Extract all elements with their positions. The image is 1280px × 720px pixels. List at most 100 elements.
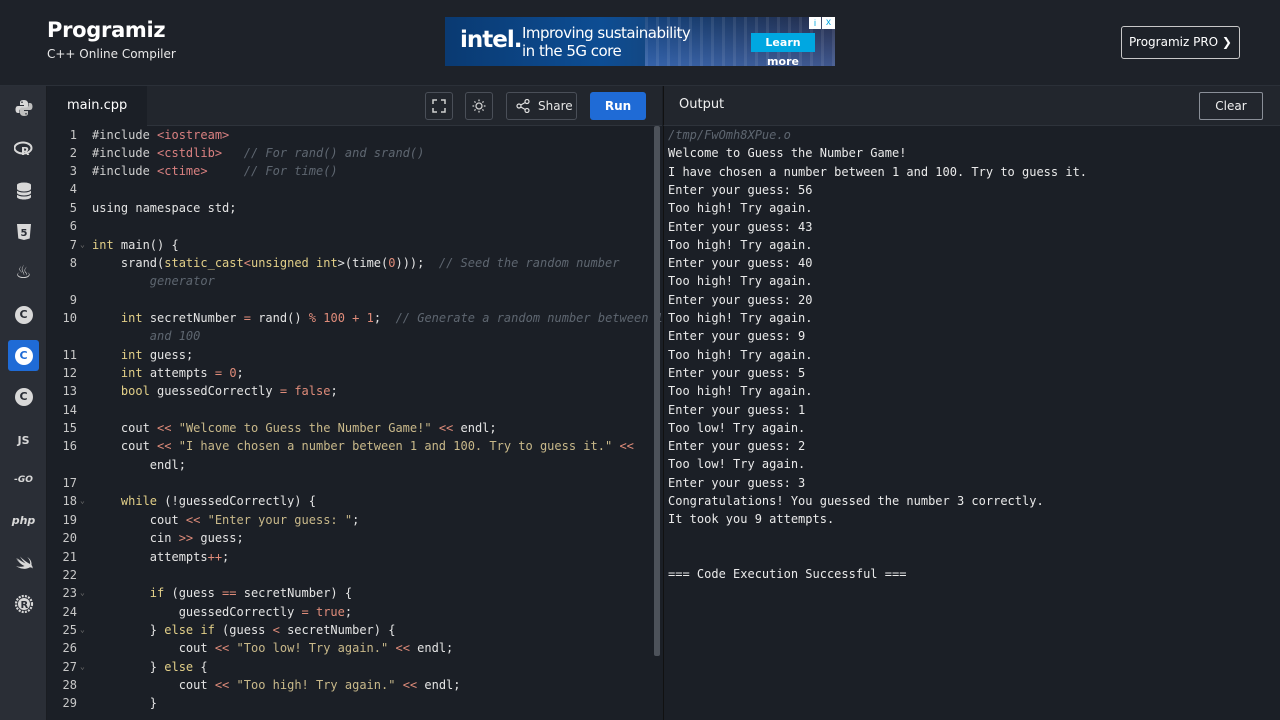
ad-text-line1: Improving sustainability (522, 24, 691, 42)
ad-close-icon[interactable]: x (822, 17, 835, 29)
theme-toggle-button[interactable] (465, 92, 493, 120)
programiz-pro-button[interactable]: Programiz PRO ❯ (1121, 26, 1240, 59)
output-file-path: /tmp/FwOmh8XPue.o (668, 128, 791, 142)
output-line: Too high! Try again. (668, 237, 813, 252)
go-language-icon[interactable]: -GO (8, 464, 39, 495)
python-icon[interactable] (8, 92, 39, 123)
javascript-icon[interactable]: JS (8, 425, 39, 456)
code-line: 28 cout << "Too high! Try again." << end… (47, 676, 652, 694)
output-line: === Code Execution Successful === (668, 567, 907, 582)
php-logo-icon: php (11, 514, 36, 527)
code-editor[interactable]: 1 #include <iostream> 2 #include <cstdlib>… (47, 126, 662, 720)
output-line: It took you 9 attempts. (668, 512, 835, 527)
code-line: 1 #include <iostream> (47, 126, 652, 144)
line-number: 24 (62, 605, 77, 619)
r-logo-icon: R (13, 141, 32, 157)
line-number: 3 (69, 164, 77, 178)
editor-toolbar: main.cpp Share Run (47, 86, 662, 126)
share-button[interactable]: Share (506, 92, 577, 120)
fold-chevron-icon[interactable]: ⌄ (80, 584, 85, 602)
output-line: Enter your guess: 56 (668, 182, 813, 197)
code-line: 29 } (47, 694, 652, 712)
fullscreen-icon (432, 99, 446, 113)
code-line: 4 (47, 180, 652, 198)
output-line: Enter your guess: 3 (668, 475, 806, 490)
fold-chevron-icon[interactable]: ⌄ (80, 236, 85, 254)
editor-scrollbar[interactable] (654, 126, 660, 656)
sql-database-icon[interactable] (8, 175, 39, 206)
sun-icon (472, 99, 486, 113)
advertisement-banner[interactable]: intel. Improving sustainability in the 5… (445, 17, 835, 66)
brand-logo[interactable]: Programiz (47, 18, 176, 42)
fullscreen-button[interactable] (425, 92, 453, 120)
code-line: 14 (47, 401, 652, 419)
file-tab-main-cpp[interactable]: main.cpp (47, 86, 147, 126)
cpp-language-icon[interactable]: C (8, 340, 39, 371)
code-line: 5 using namespace std; (47, 199, 652, 217)
code-line: 12 int attempts = 0; (47, 364, 652, 382)
html5-logo-icon: 5 (16, 223, 31, 240)
code-line: 22 (47, 566, 652, 584)
code-line: 7 ⌄ int main() { (47, 236, 652, 254)
line-number: 19 (62, 513, 77, 527)
line-number: 25 (62, 623, 77, 637)
code-line: 2 #include <cstdlib> // For rand() and sr… (47, 144, 652, 162)
go-logo-icon: -GO (14, 474, 33, 485)
output-line: Too high! Try again. (668, 274, 813, 289)
fold-chevron-icon[interactable]: ⌄ (80, 621, 85, 639)
code-line: 17 (47, 474, 652, 492)
rust-icon[interactable]: R (8, 588, 39, 619)
r-language-icon[interactable]: R (8, 133, 39, 164)
code-line: 20 cin >> guess; (47, 529, 652, 547)
line-number: 13 (62, 384, 77, 398)
code-line: 25 ⌄ } else if (guess < secretNumber) { (47, 621, 652, 639)
line-number: 20 (62, 531, 77, 545)
line-number: 11 (62, 348, 77, 362)
code-line: 26 cout << "Too low! Try again." << endl… (47, 639, 652, 657)
code-line-wrap: generator (92, 274, 215, 288)
cpp-logo-icon: C (14, 346, 33, 365)
svg-text:R: R (21, 145, 30, 157)
ad-text-line2: in the 5G core (522, 42, 622, 60)
ad-learn-more-button[interactable]: Learn more (751, 33, 815, 66)
code-line: 15 cout << "Welcome to Guess the Number … (47, 419, 652, 437)
line-number: 15 (62, 421, 77, 435)
java-cup-icon: ♨ (15, 262, 32, 283)
code-line-wrap: endl; (92, 458, 186, 472)
code-line: 6 (47, 217, 652, 235)
line-number: 27 (62, 660, 77, 674)
code-line: 3 #include <ctime> // For time() (47, 162, 652, 180)
output-line: Too low! Try again. (668, 420, 806, 435)
run-button[interactable]: Run (590, 92, 646, 120)
code-line: 11 int guess; (47, 346, 652, 364)
line-number: 1 (69, 128, 77, 142)
c-language-icon[interactable]: C (8, 299, 39, 330)
clear-button[interactable]: Clear (1199, 92, 1263, 120)
code-line: 9 (47, 291, 652, 309)
share-icon (516, 99, 530, 113)
database-icon (16, 182, 31, 199)
code-line: 24 guessedCorrectly = true; (47, 603, 652, 621)
fold-chevron-icon[interactable]: ⌄ (80, 492, 85, 510)
fold-chevron-icon[interactable]: ⌄ (80, 658, 85, 676)
rust-logo-icon: R (14, 594, 33, 613)
output-line: Too high! Try again. (668, 311, 813, 325)
html5-icon[interactable]: 5 (8, 216, 39, 247)
swift-icon[interactable] (8, 547, 39, 578)
output-line: I have chosen a number between 1 and 100… (668, 164, 1088, 179)
code-line: 18 ⌄ while (!guessedCorrectly) { (47, 492, 652, 510)
code-line: 19 cout << "Enter your guess: "; (47, 511, 652, 529)
line-number: 8 (69, 256, 77, 270)
line-number: 9 (69, 293, 77, 307)
output-line: Enter your guess: 40 (668, 256, 813, 271)
swift-logo-icon (15, 556, 33, 569)
code-line: 21 attempts++; (47, 548, 652, 566)
output-console[interactable]: /tmp/FwOmh8XPue.o Welcome to Guess the Nu… (663, 126, 1280, 720)
code-line-wrap: and 100 (92, 329, 201, 343)
csharp-language-icon[interactable]: C (8, 381, 39, 412)
ad-info-icon[interactable]: i (809, 17, 821, 29)
output-line: Enter your guess: 20 (668, 292, 813, 307)
brand[interactable]: Programiz C++ Online Compiler (47, 18, 176, 61)
java-icon[interactable]: ♨ (8, 257, 39, 288)
php-icon[interactable]: php (8, 505, 39, 536)
